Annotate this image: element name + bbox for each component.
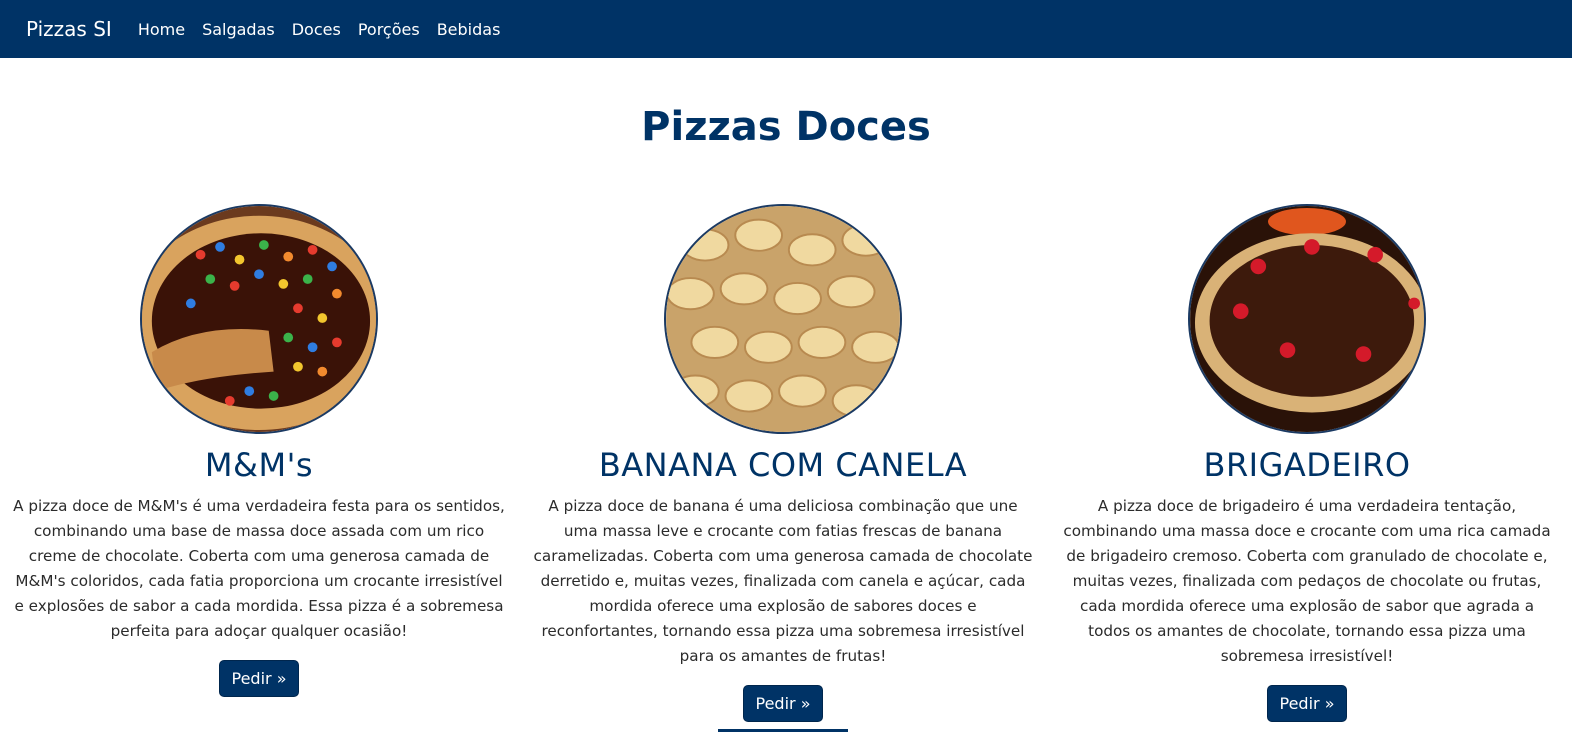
pizza-mms-illustration [142, 206, 376, 432]
product-card-brigadeiro: BRIGADEIRO A pizza doce de brigadeiro é … [1057, 204, 1557, 722]
card-text-mms: A pizza doce de M&M's é uma verdadeira f… [13, 497, 505, 640]
order-button-brigadeiro[interactable]: Pedir » [1266, 685, 1348, 722]
product-card-banana: BANANA COM CANELA A pizza doce de banana… [533, 204, 1033, 722]
product-card-mms: M&M's A pizza doce de M&M's é uma verdad… [9, 204, 509, 697]
card-title-brigadeiro: BRIGADEIRO [1203, 446, 1411, 484]
pizza-banana-illustration [666, 206, 900, 432]
nav-link-doces[interactable]: Doces [292, 20, 341, 39]
order-button-mms[interactable]: Pedir » [218, 660, 300, 697]
page-title: Pizzas Doces [641, 104, 931, 150]
pizza-brigadeiro-image [1188, 204, 1426, 434]
nav-link-bebidas[interactable]: Bebidas [437, 20, 501, 39]
card-title-banana: BANANA COM CANELA [598, 446, 968, 484]
pizza-mms-image [140, 204, 378, 434]
pizza-brigadeiro-illustration [1190, 206, 1424, 432]
brand-link[interactable]: Pizzas SI [26, 17, 112, 41]
order-button-banana[interactable]: Pedir » [742, 685, 824, 722]
nav-link-home[interactable]: Home [138, 20, 185, 39]
card-title-mms: M&M's [204, 446, 314, 484]
pizza-banana-image [664, 204, 902, 434]
nav-link-salgadas[interactable]: Salgadas [202, 20, 275, 39]
navbar: Pizzas SI Home Salgadas Doces Porções Be… [0, 0, 1572, 58]
card-text-banana: A pizza doce de banana é uma deliciosa c… [533, 497, 1033, 665]
card-text-brigadeiro: A pizza doce de brigadeiro é uma verdade… [1063, 497, 1551, 665]
nav-link-porcoes[interactable]: Porções [358, 20, 420, 39]
